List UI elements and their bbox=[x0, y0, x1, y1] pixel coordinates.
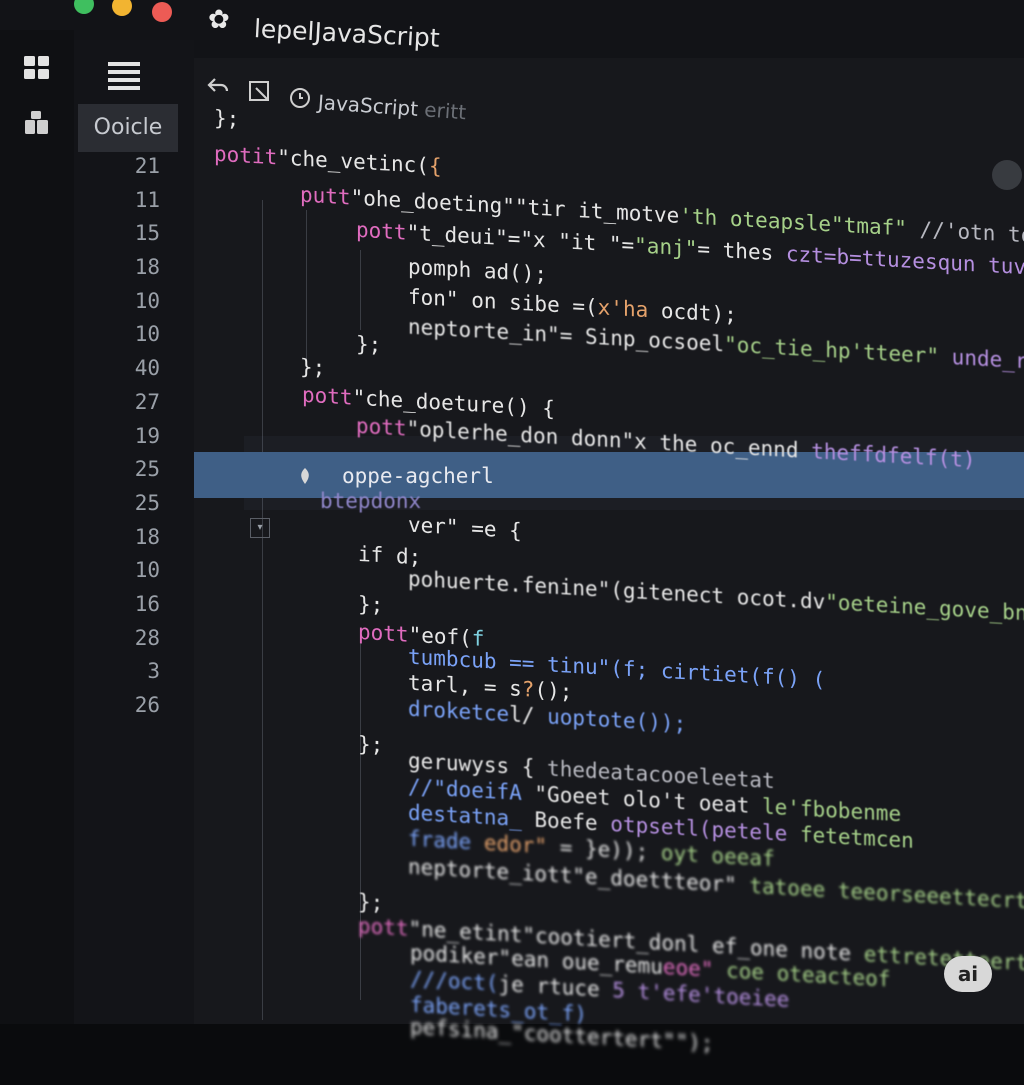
code-token: (gitenect ocot.dv bbox=[610, 577, 826, 614]
code-token: pott bbox=[356, 413, 407, 441]
code-lines: }; potit"che_vetinc({putt"ohe_doeting""ti… bbox=[0, 0, 1024, 1070]
code-token: putt bbox=[300, 182, 351, 210]
code-token: "e_doettteor" bbox=[572, 863, 737, 898]
code-token: pomph ad(); bbox=[408, 254, 548, 287]
code-line[interactable]: }; bbox=[358, 589, 383, 620]
code-line[interactable]: ver" =e { bbox=[408, 510, 522, 546]
code-token: x the oc_ennd bbox=[634, 429, 799, 463]
code-token: je bbox=[498, 971, 537, 998]
code-line[interactable]: }; bbox=[214, 103, 239, 134]
code-token: pott bbox=[358, 913, 409, 941]
code-token: "tir it_motve bbox=[514, 194, 680, 228]
code-token: uoptote()); bbox=[547, 704, 687, 737]
code-token: edor" bbox=[483, 830, 548, 859]
code-token: if bbox=[358, 541, 384, 568]
code-token: ocdt); bbox=[648, 298, 737, 328]
code-token: l/ bbox=[509, 702, 548, 729]
code-line[interactable]: pohuerte.fenine"(gitenect ocot.dv"oetein… bbox=[408, 564, 1024, 632]
code-token: }; bbox=[358, 731, 384, 758]
code-token: potit bbox=[214, 141, 278, 170]
code-token: { bbox=[428, 153, 442, 179]
code-token: }; bbox=[356, 331, 382, 358]
code-token: ? bbox=[521, 676, 535, 702]
code-token: neptorte_iott bbox=[408, 854, 573, 888]
code-token: frade bbox=[408, 826, 484, 855]
code-line[interactable]: potit"che_vetinc({ bbox=[214, 139, 442, 182]
code-line[interactable]: }; bbox=[356, 329, 381, 360]
code-token: neptorte_in" bbox=[408, 314, 560, 348]
ai-badge: ai bbox=[944, 956, 992, 992]
code-token: //'otn tot bbox=[919, 217, 1024, 249]
code-token: pefsina_ bbox=[410, 1014, 512, 1045]
code-token: }; bbox=[358, 591, 384, 618]
code-token: = thes bbox=[697, 236, 774, 266]
code-token: "oeteine_gove_bnvtae" bbox=[825, 589, 1024, 629]
code-token: droketce bbox=[408, 696, 510, 727]
code-token: "anj" bbox=[634, 233, 698, 261]
code-token: 5 t'efe'toeiee bbox=[599, 977, 790, 1012]
code-token: "ohe_doeting" bbox=[350, 185, 515, 219]
code-token: }e)); bbox=[585, 836, 649, 865]
code-token: "oplerhe_don donn" bbox=[406, 416, 635, 454]
code-token: "coottertert" bbox=[511, 1020, 676, 1054]
code-token: pott bbox=[356, 217, 407, 245]
code-token: = Sinp_ocsoel bbox=[559, 323, 725, 357]
code-token: ver" =e { bbox=[408, 512, 522, 543]
code-token: }; bbox=[214, 105, 240, 132]
code-token: theffdfelf(t) bbox=[798, 438, 976, 473]
code-line[interactable]: }; bbox=[358, 729, 383, 760]
code-token: }; bbox=[300, 354, 326, 381]
code-token: "che_vetinc( bbox=[277, 145, 429, 178]
code-token: pohuerte.fenine" bbox=[408, 566, 611, 602]
code-token: tatoee teeorseeettecrte bbox=[736, 873, 1024, 914]
code-token: x'ha bbox=[597, 295, 649, 323]
code-line[interactable]: droketcel/ uoptote()); bbox=[408, 694, 686, 740]
code-token: "); bbox=[675, 1029, 714, 1056]
code-token: "oc_tie_hp'tteer" bbox=[724, 332, 940, 369]
code-token: fetetmcen bbox=[787, 821, 914, 853]
code-token: pott bbox=[358, 619, 409, 647]
code-token: (); bbox=[534, 677, 573, 704]
highlight-overlay-text: btepdonx bbox=[320, 489, 422, 513]
code-token: unde_r_oxtetee(ti) bbox=[951, 345, 1024, 382]
code-token: = bbox=[547, 834, 586, 861]
code-token: pott bbox=[302, 382, 353, 410]
code-line[interactable]: }; bbox=[300, 352, 325, 383]
